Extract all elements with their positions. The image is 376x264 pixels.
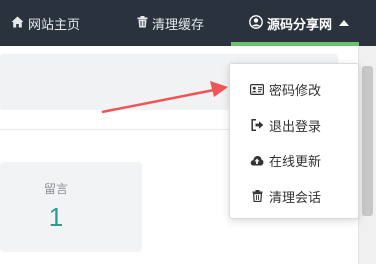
menu-item-change-password[interactable]: 密码修改 (230, 74, 358, 104)
home-icon (11, 16, 24, 31)
nav-home-link[interactable]: 网站主页 (11, 0, 80, 46)
menu-item-online-update[interactable]: 在线更新 (230, 145, 358, 175)
stat-card-messages: 留言 1 (0, 162, 142, 252)
vertical-scrollbar[interactable] (358, 46, 376, 264)
caret-up-icon (339, 20, 350, 26)
menu-item-label: 在线更新 (269, 153, 322, 169)
cloud-upload-icon (250, 153, 264, 167)
nav-home-label: 网站主页 (28, 16, 81, 32)
menu-item-clear-session[interactable]: 清理会话 (230, 181, 358, 211)
user-dropdown-menu: 密码修改 退出登录 在线更新 清理会话 (229, 63, 359, 219)
stat-card-label: 留言 (43, 182, 68, 196)
menu-item-label: 清理会话 (269, 189, 322, 205)
trash-icon (137, 15, 148, 31)
user-circle-icon (249, 14, 263, 32)
menu-item-logout[interactable]: 退出登录 (230, 110, 358, 140)
top-navbar: 网站主页 清理缓存 源码分享网 (0, 0, 376, 46)
trash-icon (250, 189, 264, 203)
id-card-icon (250, 82, 264, 96)
nav-clear-cache-label: 清理缓存 (152, 16, 205, 32)
stat-card-value: 1 (48, 202, 64, 232)
sign-out-icon (250, 118, 264, 132)
nav-user-label: 源码分享网 (267, 16, 333, 32)
scrollbar-thumb[interactable] (362, 66, 373, 216)
nav-clear-cache-link[interactable]: 清理缓存 (137, 0, 204, 46)
nav-user-menu[interactable]: 源码分享网 (231, 0, 359, 46)
menu-item-label: 退出登录 (269, 118, 322, 134)
menu-item-label: 密码修改 (269, 82, 322, 98)
